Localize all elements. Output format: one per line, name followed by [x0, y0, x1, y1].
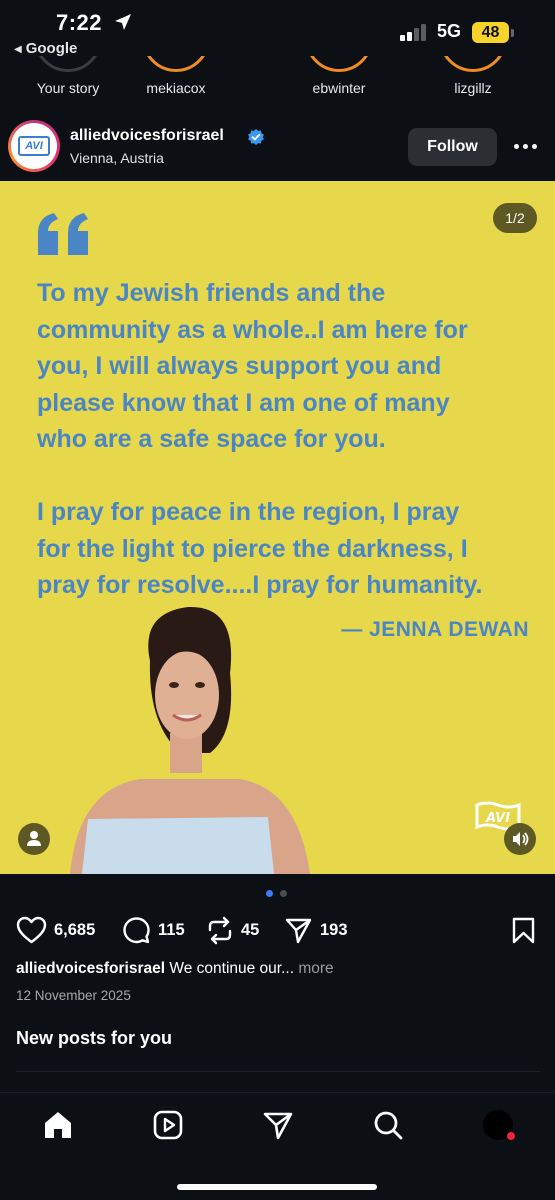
divider — [16, 1071, 540, 1072]
battery-tip — [511, 29, 514, 37]
quote-mark-icon — [38, 213, 88, 255]
network-type: 5G — [437, 21, 462, 41]
status-bar: 7:22 ◀ Google 5G 48 — [0, 0, 555, 62]
post-date: 12 November 2025 — [16, 988, 131, 1003]
caption-username[interactable]: alliedvoicesforisrael — [16, 960, 165, 977]
post-caption[interactable]: alliedvoicesforisrael We continue our...… — [16, 960, 546, 978]
celebrity-portrait — [70, 606, 310, 874]
sound-icon — [513, 832, 529, 846]
bookmark-icon — [512, 917, 535, 943]
comment-icon — [123, 916, 150, 943]
back-to-app-link[interactable]: ◀ Google — [14, 40, 77, 57]
repost-count: 45 — [241, 920, 260, 939]
back-triangle-icon: ◀ — [14, 44, 22, 55]
caption-more-link[interactable]: more — [298, 960, 333, 977]
post-header: AVI alliedvoicesforisrael Vienna, Austri… — [0, 118, 555, 180]
nav-reels[interactable] — [152, 1109, 184, 1141]
quote-text: To my Jewish friends and the community a… — [37, 279, 483, 599]
story-label: lizgillz — [454, 80, 492, 96]
share-button[interactable]: 193 — [284, 912, 348, 948]
post-username[interactable]: alliedvoicesforisrael — [70, 127, 224, 145]
user-tag-button[interactable] — [18, 823, 50, 855]
share-icon — [285, 918, 312, 943]
home-icon — [45, 1112, 71, 1138]
save-button[interactable] — [511, 912, 536, 948]
cell-signal-icon — [400, 23, 428, 41]
story-label: mekiacox — [146, 80, 206, 96]
quote-attribution: — JENNA DEWAN — [341, 618, 529, 641]
carousel-dot — [280, 890, 287, 897]
sound-toggle-button[interactable] — [504, 823, 536, 855]
comment-count: 115 — [158, 920, 185, 939]
follow-button[interactable]: Follow — [408, 128, 497, 166]
caption-text: We continue our... — [165, 960, 299, 977]
like-button[interactable]: 6,685 — [16, 912, 95, 948]
home-indicator — [177, 1184, 377, 1190]
comment-button[interactable]: 115 — [122, 912, 185, 948]
post-author-avatar[interactable]: AVI — [8, 120, 60, 172]
post-location[interactable]: Vienna, Austria — [70, 150, 164, 166]
post-actions-bar: 6,685 115 45 193 — [0, 912, 555, 948]
story-label: ebwinter — [312, 80, 366, 96]
carousel-counter: 1/2 — [493, 203, 537, 233]
profile-avatar — [483, 1110, 515, 1140]
nav-search[interactable] — [372, 1109, 404, 1141]
share-count: 193 — [320, 920, 348, 939]
heart-icon — [16, 916, 47, 943]
story-label: Your story — [36, 80, 100, 96]
story-avatar[interactable] — [34, 56, 102, 72]
like-count: 6,685 — [54, 920, 96, 939]
nav-home[interactable] — [42, 1109, 74, 1141]
story-avatar[interactable] — [305, 56, 373, 72]
stories-strip[interactable]: Your story mekiacox ebwinter lizgillz — [0, 56, 555, 102]
reels-icon — [153, 1110, 183, 1140]
story-avatar[interactable] — [142, 56, 210, 72]
verified-badge-icon — [248, 128, 264, 146]
carousel-dot-active — [266, 890, 273, 897]
story-avatar[interactable] — [439, 56, 507, 72]
search-icon — [374, 1111, 403, 1140]
repost-button[interactable]: 45 — [206, 912, 259, 948]
new-posts-heading: New posts for you — [16, 1028, 173, 1048]
location-arrow-icon — [115, 14, 131, 30]
nav-messages[interactable] — [262, 1109, 294, 1141]
more-options-icon[interactable] — [514, 144, 538, 150]
nav-profile[interactable] — [482, 1109, 515, 1141]
repost-icon — [208, 916, 232, 944]
battery-indicator: 48 — [472, 22, 509, 43]
avi-logo: AVI — [18, 136, 50, 156]
post-image[interactable]: 1/2 To my Jewish friends and the communi… — [0, 181, 555, 874]
back-app-label: Google — [25, 40, 78, 57]
send-icon — [263, 1112, 293, 1140]
carousel-dots — [266, 890, 290, 898]
user-tag-icon — [27, 831, 41, 846]
clock-time: 7:22 — [56, 10, 103, 35]
